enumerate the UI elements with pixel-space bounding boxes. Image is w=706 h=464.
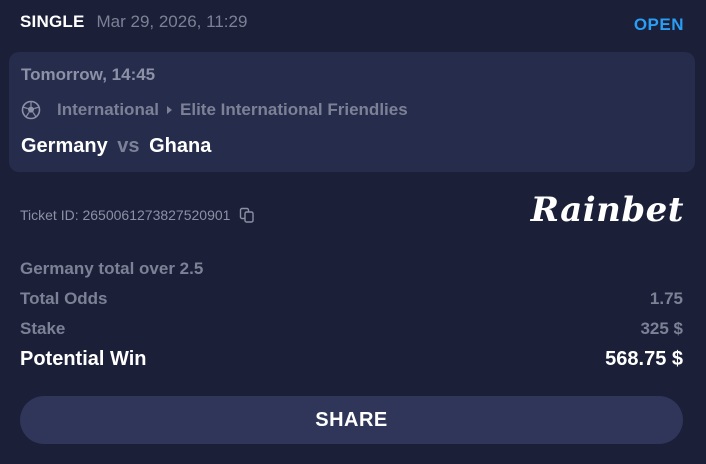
selection-label: Germany total over 2.5: [20, 259, 204, 278]
away-team: Ghana: [149, 135, 212, 157]
share-button[interactable]: SHARE: [20, 396, 683, 444]
bet-type-label: SINGLE: [20, 12, 85, 31]
copy-icon[interactable]: [238, 206, 256, 224]
stake-label: Stake: [20, 319, 66, 338]
bet-header: SINGLE Mar 29, 2026, 11:29 OPEN: [20, 8, 684, 36]
potential-win-row: Potential Win 568.75 $: [20, 348, 683, 371]
selection-row: Germany total over 2.5: [20, 259, 683, 279]
potential-win-label: Potential Win: [20, 348, 147, 370]
status-badge: OPEN: [633, 15, 684, 34]
event-category[interactable]: International: [57, 100, 159, 120]
ticket-id-row: Ticket ID: 2650061273827520901: [20, 206, 256, 224]
event-breadcrumb: International Elite International Friend…: [21, 100, 408, 120]
soccer-ball-icon: [21, 100, 41, 120]
stake-row: Stake 325 $: [20, 319, 683, 339]
event-league[interactable]: Elite International Friendlies: [180, 100, 408, 120]
odds-value: 1.75: [649, 289, 683, 308]
home-team: Germany: [21, 135, 108, 157]
event-time: Tomorrow, 14:45: [21, 65, 156, 84]
stake-value: 325 $: [640, 319, 683, 338]
bet-date: Mar 29, 2026, 11:29: [96, 12, 248, 31]
brand-logo: Rainbet: [530, 190, 684, 230]
chevron-right-icon: [167, 106, 173, 114]
potential-win-value: 568.75 $: [605, 348, 683, 370]
odds-row: Total Odds 1.75: [20, 289, 683, 309]
bet-slip-card: SINGLE Mar 29, 2026, 11:29 OPEN Tomorrow…: [0, 0, 706, 464]
event-matchup: Germany vs Ghana: [21, 135, 211, 158]
odds-label: Total Odds: [20, 289, 108, 308]
vs-label: vs: [117, 135, 140, 157]
event-panel[interactable]: Tomorrow, 14:45 International Elite Inte…: [9, 52, 695, 172]
ticket-id: Ticket ID: 2650061273827520901: [20, 207, 231, 223]
